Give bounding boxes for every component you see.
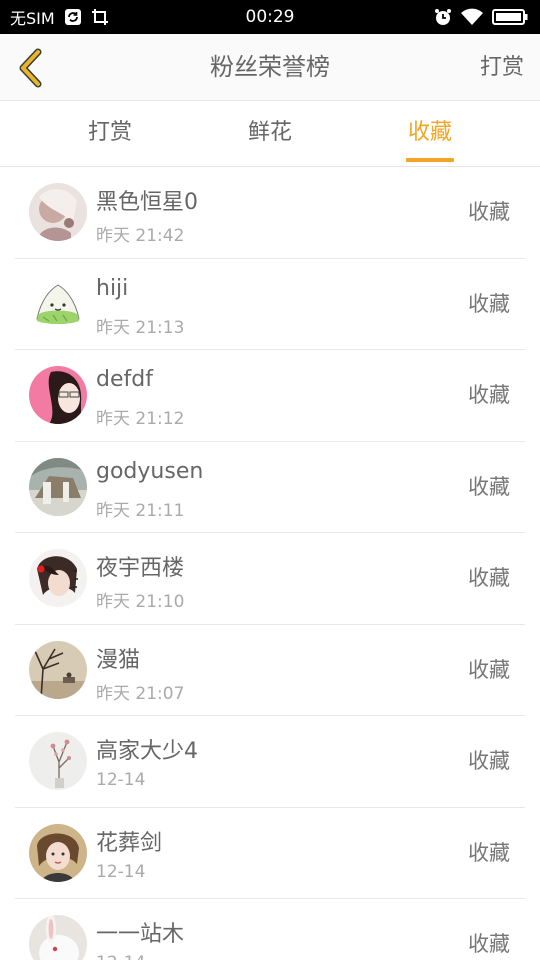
fan-time: 昨天 21:12 bbox=[96, 409, 185, 429]
avatar[interactable] bbox=[29, 915, 87, 960]
fan-action-label: 收藏 bbox=[468, 749, 510, 773]
fan-time: 昨天 21:11 bbox=[96, 500, 185, 521]
status-bar: 无SIM 00:29 bbox=[0, 0, 540, 34]
avatar[interactable] bbox=[29, 823, 87, 882]
fan-time: 昨天 21:07 bbox=[96, 683, 185, 704]
avatar[interactable] bbox=[29, 274, 87, 333]
fan-action-label: 收藏 bbox=[468, 383, 510, 407]
fan-name: 花葬剑 bbox=[96, 830, 163, 856]
avatar[interactable] bbox=[29, 549, 87, 607]
fan-time: 昨天 21:13 bbox=[96, 317, 185, 338]
fan-name: 漫猫 bbox=[96, 647, 141, 673]
fan-name: hiji bbox=[96, 275, 129, 301]
fan-action-label: 收藏 bbox=[468, 566, 510, 590]
list-item[interactable]: defdf 昨天 21:12 收藏 bbox=[0, 350, 540, 442]
fan-name: 高家大少4 bbox=[96, 739, 198, 764]
fan-time: 12-14 bbox=[96, 861, 146, 882]
wifi-icon bbox=[460, 8, 484, 26]
fan-action-label: 收藏 bbox=[468, 200, 510, 224]
avatar[interactable] bbox=[29, 183, 87, 241]
fan-time: 12-14 bbox=[96, 770, 146, 790]
list-item[interactable]: godyusen 昨天 21:11 收藏 bbox=[0, 442, 540, 533]
fan-name: 夜宇西楼 bbox=[96, 556, 185, 581]
fan-time: 昨天 21:10 bbox=[96, 592, 185, 612]
fan-action-label: 收藏 bbox=[468, 840, 510, 865]
list-item[interactable]: hiji 昨天 21:13 收藏 bbox=[0, 259, 540, 350]
fan-name: 一一站木 bbox=[96, 922, 185, 947]
avatar[interactable] bbox=[29, 732, 87, 790]
fan-list: 黑色恒星0 昨天 21:42 收藏 hiji 昨天 21:13 收藏 defdf… bbox=[0, 167, 540, 960]
chevron-left-icon bbox=[19, 48, 42, 88]
fan-action-label: 收藏 bbox=[468, 474, 510, 499]
battery-icon bbox=[492, 8, 528, 26]
alarm-icon bbox=[434, 8, 452, 26]
tab-label: 打赏 bbox=[87, 120, 132, 145]
tab-favorites[interactable]: 收藏 bbox=[370, 101, 490, 167]
avatar[interactable] bbox=[29, 366, 87, 424]
tab-reward[interactable]: 打赏 bbox=[50, 101, 170, 167]
back-button[interactable] bbox=[10, 46, 50, 90]
reward-button[interactable]: 打赏 bbox=[480, 34, 524, 101]
list-item[interactable]: 黑色恒星0 昨天 21:42 收藏 bbox=[0, 167, 540, 259]
tab-label: 鲜花 bbox=[247, 120, 292, 145]
fan-action-label: 收藏 bbox=[468, 657, 510, 682]
fan-time: 昨天 21:42 bbox=[96, 226, 185, 246]
fan-time: 12-14 bbox=[96, 953, 145, 960]
tab-bar: 打赏 鲜花 收藏 bbox=[0, 101, 540, 167]
fan-name: godyusen bbox=[96, 458, 204, 484]
fan-action-label: 收藏 bbox=[468, 291, 510, 316]
fan-name: defdf bbox=[96, 367, 153, 392]
list-item[interactable]: 花葬剑 12-14 收藏 bbox=[0, 808, 540, 899]
fan-action-label: 收藏 bbox=[468, 932, 510, 956]
list-item[interactable]: 高家大少4 12-14 收藏 bbox=[0, 716, 540, 808]
list-item[interactable]: 一一站木 12-14 收藏 bbox=[0, 899, 540, 960]
nav-bar: 粉丝荣誉榜 打赏 bbox=[0, 34, 540, 101]
tab-label: 收藏 bbox=[407, 120, 452, 145]
page-title: 粉丝荣誉榜 bbox=[210, 53, 330, 81]
avatar[interactable] bbox=[29, 457, 87, 516]
status-bar-right bbox=[434, 0, 528, 34]
list-item[interactable]: 漫猫 昨天 21:07 收藏 bbox=[0, 625, 540, 716]
tab-flowers[interactable]: 鲜花 bbox=[210, 101, 330, 167]
avatar[interactable] bbox=[29, 640, 87, 699]
fan-name: 黑色恒星0 bbox=[96, 190, 198, 215]
active-tab-indicator bbox=[406, 158, 454, 162]
list-item[interactable]: 夜宇西楼 昨天 21:10 收藏 bbox=[0, 533, 540, 625]
